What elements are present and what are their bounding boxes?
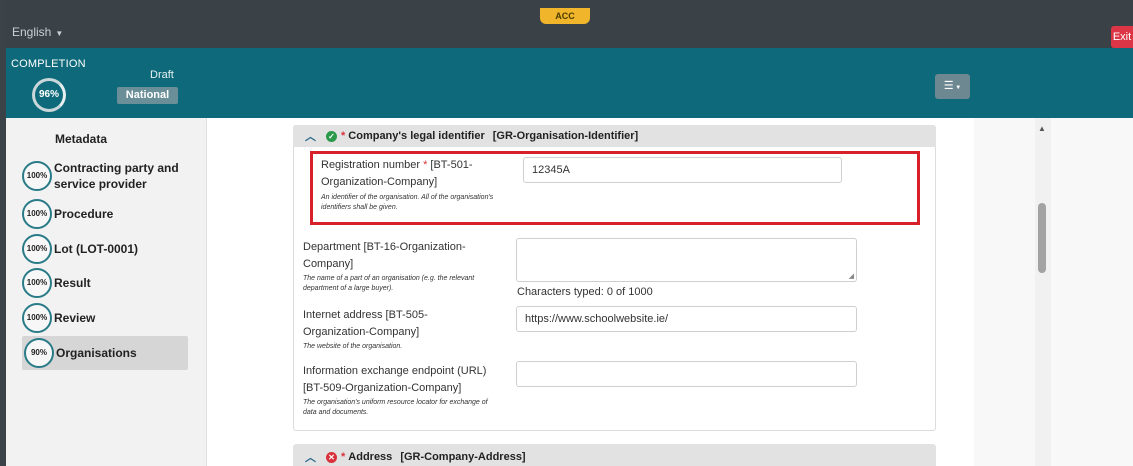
character-counter: Characters typed: 0 of 1000 [517, 286, 653, 298]
endpoint-label-code: [BT-509-Organization-Company] [303, 382, 462, 394]
sidebar-item-label: Procedure [54, 207, 114, 221]
sidebar-item-contracting-party[interactable]: 100% Contracting party and service provi… [22, 160, 188, 192]
endpoint-help: The organisation's uniform resource loca… [303, 399, 488, 416]
required-asterisk: * [341, 451, 346, 463]
identifier-section-header[interactable]: ︿ ✓ * Company's legal identifier [GR-Org… [293, 125, 936, 147]
scroll-up-arrow-icon[interactable]: ▲ [1038, 124, 1046, 133]
sidebar-item-result[interactable]: 100% Result [22, 268, 188, 298]
top-bar: English ▼ ACC Exit [0, 0, 1133, 48]
resize-handle-icon[interactable]: ◢ [849, 272, 854, 280]
department-label-code: Company] [303, 258, 354, 270]
progress-ring: 100% [22, 268, 52, 298]
sidebar-item-lot[interactable]: 100% Lot (LOT-0001) [22, 234, 188, 264]
chevron-down-icon: ▼ [55, 29, 64, 38]
sidebar-item-organisations[interactable]: 90% Organisations [22, 336, 188, 370]
section-title: Address [348, 451, 393, 463]
endpoint-input[interactable] [516, 361, 857, 387]
chevron-up-icon[interactable]: ︿ [305, 449, 316, 465]
section-title: Company's legal identifier [348, 130, 485, 142]
endpoint-label: Information exchange endpoint (URL) [303, 365, 487, 377]
progress-ring: 100% [22, 234, 52, 264]
right-gutter [974, 118, 1133, 466]
progress-ring: 90% [24, 338, 54, 368]
environment-badge: ACC [540, 8, 590, 24]
sidebar-item-metadata[interactable]: Metadata [55, 132, 107, 146]
progress-ring: 100% [22, 161, 52, 191]
check-circle-icon: ✓ [326, 130, 337, 142]
window-frame [0, 0, 6, 466]
department-label: Department [BT-16-Organization- [303, 241, 466, 253]
completion-progress-ring: 96% [32, 78, 66, 112]
internet-address-help: The website of the organisation. [303, 343, 403, 350]
internet-address-label: Internet address [BT-505- [303, 309, 428, 321]
status-text: Draft [150, 69, 174, 81]
internet-address-label-code: Organization-Company] [303, 326, 420, 338]
required-asterisk: * [341, 130, 346, 142]
sidebar-item-label: Lot (LOT-0001) [54, 242, 139, 256]
internet-address-input[interactable]: https://www.schoolwebsite.ie/ [516, 306, 857, 332]
language-label: English [12, 25, 52, 39]
scrollbar-thumb[interactable] [1038, 203, 1046, 273]
settings-dropdown-button[interactable]: ☰ ▼ [935, 74, 970, 99]
scrollbar[interactable] [1035, 118, 1051, 466]
department-help: The name of a part of an organisation (e… [303, 275, 475, 292]
highlight-annotation [310, 151, 920, 225]
sidebar-item-label: Result [54, 276, 91, 290]
error-circle-icon: ✕ [326, 451, 337, 463]
scope-badge: National [117, 87, 178, 104]
sidebar-item-procedure[interactable]: 100% Procedure [22, 199, 188, 229]
chevron-down-icon: ▼ [953, 85, 962, 91]
sidebar-item-label: Organisations [56, 346, 137, 360]
progress-ring: 100% [22, 303, 52, 333]
exit-button[interactable]: Exit [1111, 26, 1133, 48]
chevron-up-icon[interactable]: ︿ [305, 128, 316, 144]
section-code: [GR-Organisation-Identifier] [492, 130, 639, 142]
sidebar-item-label: Review [54, 311, 96, 325]
sidebar-item-label: Contracting party and service provider [54, 161, 179, 191]
department-textarea[interactable]: ◢ [516, 238, 857, 282]
progress-ring: 100% [22, 199, 52, 229]
sliders-icon: ☰ [943, 80, 954, 92]
sidebar-item-review[interactable]: 100% Review [22, 303, 188, 333]
completion-label: COMPLETION [11, 58, 86, 70]
address-section-header[interactable]: ︿ ✕ * Address [GR-Company-Address] [293, 444, 936, 466]
language-selector[interactable]: English ▼ [12, 25, 63, 39]
section-code: [GR-Company-Address] [400, 451, 526, 463]
